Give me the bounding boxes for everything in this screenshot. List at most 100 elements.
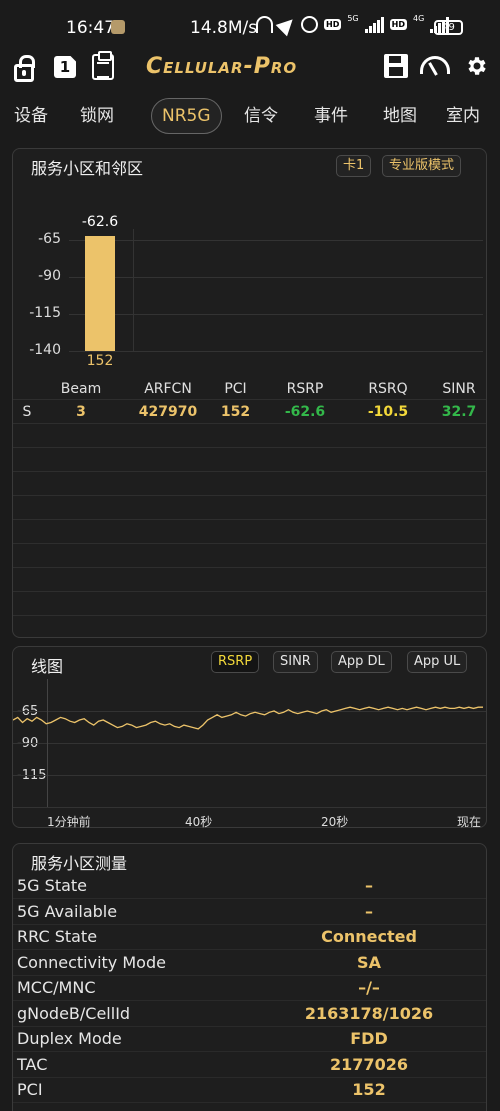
row-divider [13, 543, 486, 544]
grid-line [69, 277, 483, 278]
grid-line [133, 229, 134, 351]
measurement-label: Duplex Mode [17, 1029, 122, 1048]
measurement-value: FDD [350, 1029, 388, 1048]
y-tick-label: -65 [38, 231, 61, 247]
measurement-value: – [365, 901, 373, 921]
measurement-value: – [365, 876, 373, 895]
cell-rsrq: -10.5 [367, 404, 409, 420]
main-tabs: 设备 锁网 NR5G 信令 事件 地图 室内 [0, 96, 500, 140]
network-type-5g: 5G [347, 14, 359, 23]
bar-category-label: 152 [86, 353, 114, 369]
battery-icon: 49 [434, 20, 463, 35]
measurement-label: gNodeB/CellId [17, 1003, 131, 1023]
sim-card-icon[interactable]: 1 [54, 56, 76, 78]
network-type-4g: 4G [412, 14, 425, 23]
col-header-rsrp: RSRP [286, 381, 324, 397]
col-header-pci: PCI [224, 381, 247, 397]
row-divider [13, 1000, 486, 1001]
x-tick-label: 20秒 [321, 815, 349, 829]
y-tick-label: -140 [29, 342, 61, 358]
app-toolbar: 1 Cellular-Pro [0, 50, 500, 86]
measurement-label: RRC State [17, 927, 98, 946]
network-speed: 14.8M/s [190, 18, 258, 38]
tab-indoor[interactable]: 室内 [446, 96, 480, 136]
row-divider [13, 615, 486, 616]
col-header-arfcn: ARFCN [144, 381, 192, 397]
chip-app-ul[interactable]: App UL [407, 651, 468, 673]
line-chart-panel: 线图 RSRP SINR App DL App UL -65 -90 -115 … [12, 646, 487, 829]
tab-nr5g[interactable]: NR5G [151, 98, 222, 134]
x-tick-label: 现在 [457, 815, 482, 829]
measurement-label: 5G State [17, 876, 88, 895]
row-divider [13, 1025, 486, 1027]
status-icons: HD 5G HD 4G [256, 13, 450, 36]
measurement-value: Connected [321, 927, 417, 946]
tab-device[interactable]: 设备 [14, 96, 48, 136]
measurement-label: MCC/MNC [17, 978, 96, 997]
row-divider [13, 1051, 486, 1052]
headphones-icon [256, 16, 273, 33]
settings-gear-icon[interactable] [464, 54, 488, 78]
cell-sinr: 32.7 [441, 404, 477, 420]
y-tick-label: -115 [29, 305, 61, 321]
clipboard-icon[interactable] [92, 51, 114, 80]
y-tick-label: -90 [38, 268, 61, 284]
row-divider [13, 949, 486, 950]
bar [85, 236, 115, 351]
serving-neighbor-panel: 服务小区和邻区 卡1 专业版模式 -65 -90 -115 -140 -62.6… [12, 148, 487, 638]
panel-title: 服务小区和邻区 [31, 159, 144, 178]
col-header-rsrq: RSRQ [368, 381, 408, 397]
row-divider [13, 1076, 486, 1078]
serving-cell-measurement-panel: 服务小区测量 5G State – 5G Available – RRC State Co… [12, 843, 487, 1111]
tab-signaling[interactable]: 信令 [244, 96, 278, 136]
measurement-label: Connectivity Mode [17, 952, 166, 972]
cell-rsrp: -62.6 [284, 404, 326, 420]
chip-app-dl[interactable]: App DL [331, 651, 392, 673]
grid-line [13, 807, 486, 808]
status-bar: 16:47 14.8M/s HD 5G HD 4G 49 [0, 0, 500, 52]
cell-table: Beam ARFCN PCI RSRP RSRQ SINR S 3 427970… [13, 377, 486, 637]
row-divider [13, 898, 486, 899]
speedometer-icon[interactable] [420, 56, 450, 74]
row-divider [13, 519, 486, 520]
row-divider [13, 1102, 486, 1103]
signal-strength-icon [364, 16, 384, 33]
tab-lock-network[interactable]: 锁网 [80, 96, 114, 136]
save-icon[interactable] [384, 54, 408, 78]
rsrp-series-line [13, 706, 483, 730]
measurement-label: TAC [17, 1054, 48, 1074]
x-tick-label: 40秒 [185, 815, 213, 829]
col-header-sinr: SINR [442, 381, 476, 397]
tab-events[interactable]: 事件 [314, 96, 348, 136]
cell-type: S [22, 404, 32, 420]
grid-line [69, 314, 483, 315]
sim-card-chip[interactable]: 卡1 [336, 155, 372, 177]
grid-line [69, 351, 483, 352]
app-notification-icon [111, 20, 125, 34]
hd-voice-icon-2: HD [389, 19, 407, 30]
row-divider [13, 923, 486, 925]
rsrp-line-chart: -65 -90 -115 1分钟前 40秒 20秒 现在 [13, 679, 486, 829]
rsrp-line-plot [13, 706, 483, 730]
status-time: 16:47 [66, 18, 115, 38]
lock-icon[interactable] [14, 55, 35, 82]
row-divider [13, 495, 486, 496]
tab-map[interactable]: 地图 [383, 96, 417, 136]
chip-sinr[interactable]: SINR [273, 651, 318, 673]
cell-pci: 152 [220, 404, 251, 420]
row-divider [13, 974, 486, 976]
measurement-label: 5G Available [17, 901, 118, 921]
row-divider [13, 567, 486, 568]
measurement-label: PCI [17, 1080, 43, 1099]
cell-beam: 3 [76, 404, 86, 420]
alarm-icon [301, 16, 318, 33]
rsrp-bar-chart: -65 -90 -115 -140 -62.6 152 [13, 189, 486, 379]
hd-voice-icon: HD [324, 19, 342, 30]
grid-line [69, 240, 483, 241]
measurement-value: 2177026 [330, 1054, 408, 1074]
pro-mode-chip[interactable]: 专业版模式 [382, 155, 462, 177]
row-divider [13, 423, 486, 424]
chip-rsrp[interactable]: RSRP [211, 651, 260, 673]
location-arrow-icon [275, 13, 299, 36]
cell-arfcn: 427970 [138, 404, 198, 420]
